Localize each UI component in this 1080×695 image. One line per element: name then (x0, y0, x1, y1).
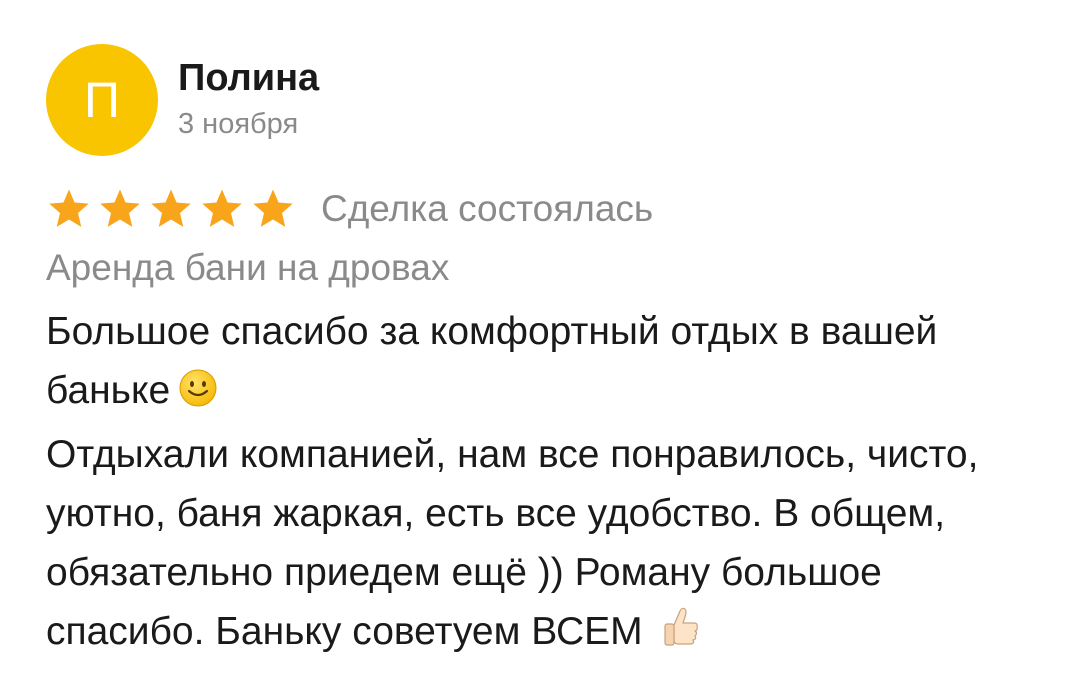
review-card: П Полина 3 ноября Сделка состоялась Арен… (46, 44, 1046, 666)
deal-status: Сделка состоялась (321, 188, 654, 229)
review-text-part-2: Отдыхали компанией, нам все понравилось,… (46, 433, 979, 653)
rating-row: Сделка состоялась (46, 184, 1046, 234)
star-rating (46, 186, 301, 232)
review-header: П Полина 3 ноября (46, 44, 1046, 156)
star-icon (202, 189, 242, 227)
service-category: Аренда бани на дровах (46, 247, 450, 288)
review-paragraph-1: Большое спасибо за комфортный отдых в ва… (46, 302, 1031, 425)
star-icon (151, 189, 191, 227)
review-text: Большое спасибо за комфортный отдых в ва… (46, 302, 1031, 666)
review-date: 3 ноября (178, 108, 299, 140)
avatar-letter: П (84, 72, 120, 128)
avatar[interactable]: П (46, 44, 158, 156)
review-paragraph-2: Отдыхали компанией, нам все понравилось,… (46, 425, 1031, 666)
thumbs-up-icon (662, 605, 700, 666)
author-name[interactable]: Полина (178, 56, 319, 100)
slightly-smiling-face-icon (178, 366, 218, 425)
star-icon (253, 189, 293, 227)
author-meta: Полина 3 ноября (178, 56, 319, 144)
star-icon (49, 189, 89, 227)
star-icon (100, 189, 140, 227)
